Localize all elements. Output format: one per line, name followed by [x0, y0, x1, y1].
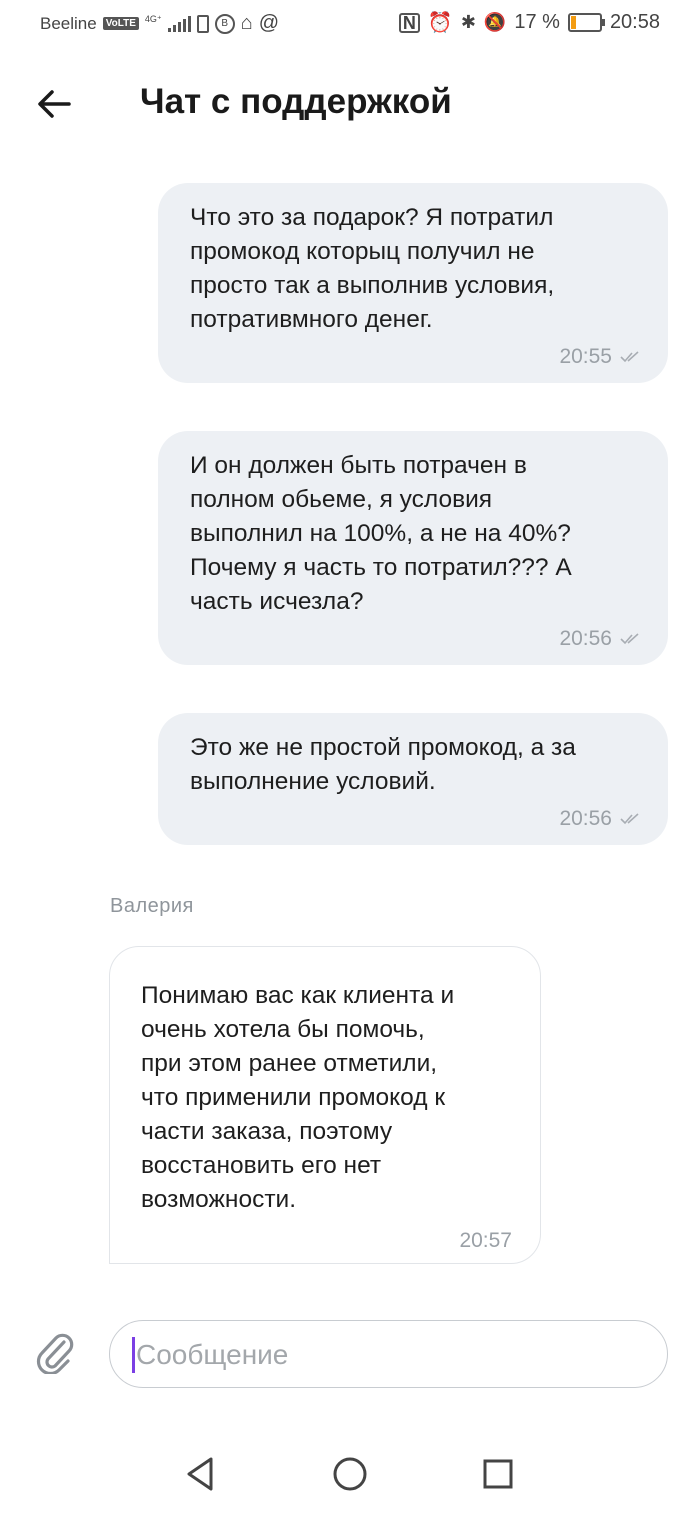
message-composer[interactable] — [109, 1320, 668, 1388]
clock: 20:58 — [609, 11, 660, 33]
message-meta: 20:56 — [190, 627, 640, 651]
nfc-icon: N — [398, 12, 420, 33]
sim-icon — [196, 14, 209, 33]
volte-badge: VoLTE — [102, 17, 139, 30]
outgoing-message[interactable]: Что это за подарок? Я потратил промокод … — [158, 183, 668, 383]
arrow-left-icon[interactable] — [36, 86, 72, 122]
paperclip-icon[interactable] — [34, 1328, 76, 1374]
sender-name: Валерия — [110, 895, 194, 917]
message-meta: 20:56 — [190, 807, 640, 831]
system-nav-bar — [0, 1440, 700, 1517]
double-check-icon — [620, 813, 639, 825]
incoming-message[interactable]: Понимаю вас как клиента и очень хотела б… — [109, 946, 541, 1264]
message-text: И он должен быть потрачен в полном обьем… — [190, 452, 572, 615]
message-input[interactable] — [134, 1331, 638, 1379]
battery-icon — [567, 13, 605, 32]
message-text: Это же не простой промокод, а за выполне… — [190, 734, 576, 795]
triangle-back-icon[interactable] — [181, 1454, 221, 1494]
message-meta: 20:57 — [141, 1229, 512, 1253]
message-time: 20:56 — [559, 627, 612, 650]
outgoing-message[interactable]: Это же не простой промокод, а за выполне… — [158, 713, 668, 845]
at-icon: @ — [258, 12, 280, 34]
message-text: Понимаю вас как клиента и очень хотела б… — [141, 982, 455, 1213]
home-app-icon: ⌂ — [240, 12, 253, 34]
carrier-name: Beeline — [40, 13, 97, 33]
signal-icon — [167, 15, 191, 32]
message-meta: 20:55 — [190, 345, 640, 369]
circle-home-icon[interactable] — [330, 1454, 370, 1494]
message-time: 20:56 — [559, 807, 612, 830]
battery-percent: 17 % — [514, 11, 560, 33]
app-header: Чат с поддержкой — [0, 70, 700, 140]
message-time: 20:57 — [459, 1229, 512, 1252]
mute-bell-icon: 🔕 — [483, 12, 507, 32]
outgoing-message[interactable]: И он должен быть потрачен в полном обьем… — [158, 431, 668, 665]
message-time: 20:55 — [559, 345, 612, 368]
bluetooth-icon: ✱ — [460, 12, 476, 32]
square-recents-icon[interactable] — [478, 1454, 518, 1494]
status-right: N ⏰ ✱ 🔕 17 % 20:58 — [398, 10, 660, 35]
network-type: 4G⁺ — [144, 14, 162, 24]
status-bar: Beeline VoLTE 4G⁺ B ⌂ @ N ⏰ ✱ 🔕 17 % 20:… — [0, 0, 700, 50]
page-title: Чат с поддержкой — [140, 82, 452, 121]
status-left: Beeline VoLTE 4G⁺ B ⌂ @ — [40, 12, 279, 35]
b-circle-icon: B — [214, 13, 235, 34]
message-text: Что это за подарок? Я потратил промокод … — [190, 204, 555, 333]
double-check-icon — [620, 633, 639, 645]
alarm-icon: ⏰ — [427, 12, 453, 34]
double-check-icon — [620, 351, 639, 363]
